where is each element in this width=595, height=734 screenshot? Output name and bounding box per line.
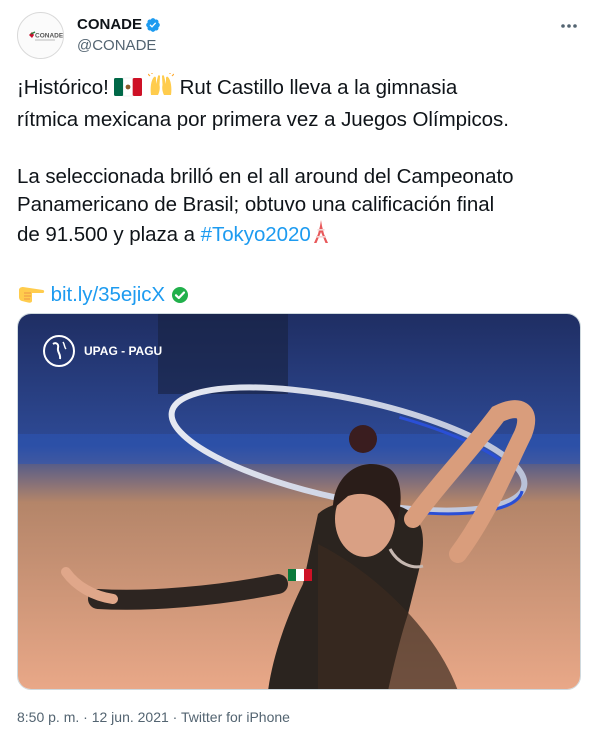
tweet-line: de 91.500 y plaza a #Tokyo2020 <box>17 219 583 253</box>
green-check-icon <box>171 284 189 313</box>
raising-hands-icon <box>147 73 175 106</box>
tweet-text-segment: ¡Histórico! <box>17 76 115 99</box>
conade-logo-icon: CONADE <box>19 14 64 58</box>
tweet-header: CONADE CONADE @CONADE <box>17 12 583 60</box>
avatar[interactable]: CONADE <box>17 12 64 59</box>
more-options-icon <box>561 24 577 28</box>
tweet-source[interactable]: Twitter for iPhone <box>181 709 290 725</box>
avatar-logo-text: CONADE <box>35 33 64 40</box>
tweet-date[interactable]: 12 jun. 2021 <box>92 709 169 725</box>
tweet-line: Panamericano de Brasil; obtuvo una calif… <box>17 193 495 216</box>
more-options-button[interactable] <box>559 16 579 36</box>
upag-watermark: UPAG - PAGU <box>42 334 162 368</box>
tweet-line: ¡Histórico! Rut Castillo lleva a la gimn… <box>17 73 583 106</box>
gymnast-photo <box>18 314 580 689</box>
pointing-right-icon <box>17 284 45 313</box>
author-display-name[interactable]: CONADE <box>77 16 142 34</box>
tweet-line: La seleccionada brilló en el all around … <box>17 164 514 188</box>
tweet-time[interactable]: 8:50 p. m. <box>17 709 79 725</box>
author-handle[interactable]: @CONADE <box>77 36 161 56</box>
tweet-photo[interactable]: UPAG - PAGU <box>17 313 581 690</box>
footer-separator: · <box>79 709 92 725</box>
tweet-text-segment: de 91.500 y plaza a <box>17 222 201 246</box>
tweet-line: bit.ly/35ejicX <box>17 281 583 313</box>
tweet-line: rítmica mexicana por primera vez a Juego… <box>17 107 509 131</box>
verified-badge-icon <box>146 18 160 32</box>
upag-watermark-text: UPAG - PAGU <box>84 344 163 358</box>
footer-separator: · <box>168 709 181 725</box>
short-link[interactable]: bit.ly/35ejicX <box>51 283 165 306</box>
author-names: CONADE @CONADE <box>77 16 161 56</box>
author-display-name-row[interactable]: CONADE <box>77 16 161 34</box>
tweet-footer: 8:50 p. m. · 12 jun. 2021 · Twitter for … <box>17 708 290 726</box>
tokyo-tower-icon <box>311 219 331 253</box>
tweet-text: ¡Histórico! Rut Castillo lleva a la gimn… <box>17 73 583 312</box>
hashtag-link[interactable]: #Tokyo2020 <box>201 223 311 246</box>
mexico-flag-icon <box>114 77 143 106</box>
tweet-text-segment: Rut Castillo lleva a la gimnasia <box>174 76 458 99</box>
upag-globe-icon <box>43 335 75 367</box>
